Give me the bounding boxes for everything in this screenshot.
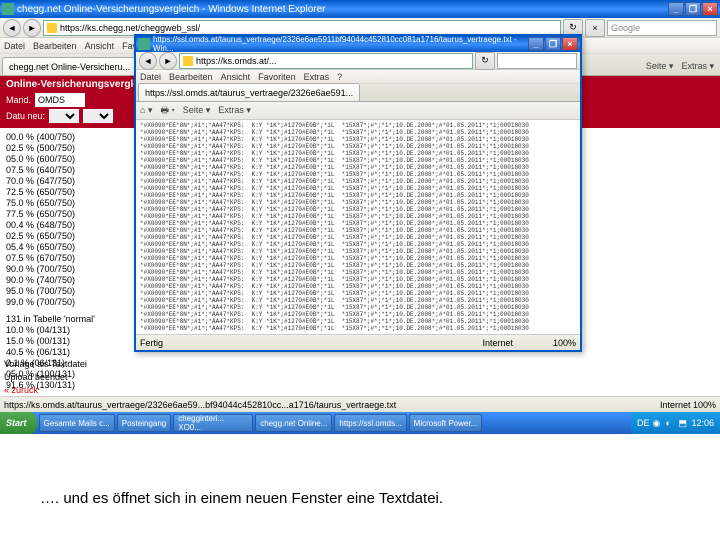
label-date: Datu neu: bbox=[6, 111, 45, 121]
template-text: Vorlage als Textdatei bbox=[4, 358, 87, 371]
taskbar-button[interactable]: Microsoft Power... bbox=[409, 414, 483, 432]
popup-tool-extras[interactable]: Extras ▾ bbox=[218, 105, 251, 116]
slide-caption: …. und es öffnet sich in einem neuen Fen… bbox=[40, 490, 443, 507]
percent-row: 10.0 % (04/131) bbox=[6, 325, 94, 336]
percent-row: 131 in Tabelle 'normal' bbox=[6, 314, 94, 325]
percent-row: 99.0 % (700/750) bbox=[6, 297, 94, 308]
label-mand: Mand. bbox=[6, 95, 31, 105]
minimize-button[interactable]: _ bbox=[668, 2, 684, 16]
outer-statusbar: https://ks.omds.at/taurus_vertraege/2326… bbox=[0, 396, 720, 412]
popup-menu-fav[interactable]: Favoriten bbox=[258, 72, 296, 82]
popup-addressbar: ◄ ► https://ks.omds.at/... ↻ bbox=[136, 52, 580, 70]
taskbar-button[interactable]: chegg.net Online... bbox=[255, 414, 332, 432]
popup-menu-extras[interactable]: Extras bbox=[304, 72, 330, 82]
stop-button[interactable]: × bbox=[585, 19, 605, 37]
popup-titlebar: https://ssl.omds.at/taurus_vertraege/232… bbox=[136, 36, 580, 52]
percent-row: 07.5 % (640/750) bbox=[6, 165, 94, 176]
popup-menu-file[interactable]: Datei bbox=[140, 72, 161, 82]
bottom-info: Vorlage als Textdatei Upload beendet « z… bbox=[4, 358, 87, 397]
popup-title: https://ssl.omds.at/taurus_vertraege/232… bbox=[153, 35, 528, 53]
popup-window: https://ssl.omds.at/taurus_vertraege/232… bbox=[134, 34, 582, 352]
popup-toolbar: ⌂ ▾ 🖶 ▾ Seite ▾ Extras ▾ bbox=[136, 102, 580, 120]
input-mand[interactable] bbox=[35, 93, 85, 107]
percent-row: 40.5 % (06/131) bbox=[6, 347, 94, 358]
popup-status-zoom: 100% bbox=[553, 338, 576, 348]
percent-row: 70.0 % (647/750) bbox=[6, 176, 94, 187]
tray-icon[interactable]: ◐ bbox=[665, 418, 675, 428]
percent-row: 05.4 % (650/750) bbox=[6, 242, 94, 253]
popup-close-button[interactable]: × bbox=[562, 37, 578, 51]
forward-button[interactable]: ► bbox=[23, 19, 41, 37]
percent-row: 05.0 % (600/750) bbox=[6, 154, 94, 165]
percent-row: 90.0 % (700/750) bbox=[6, 264, 94, 275]
tray-clock: 12:06 bbox=[691, 418, 714, 428]
popup-status-left: Fertig bbox=[140, 338, 163, 348]
tray-icon[interactable]: ◉ bbox=[652, 418, 662, 428]
percent-row: 15.0 % (00/131) bbox=[6, 336, 94, 347]
popup-menu-edit[interactable]: Bearbeiten bbox=[169, 72, 213, 82]
popup-back-button[interactable]: ◄ bbox=[139, 52, 157, 70]
popup-app-icon bbox=[138, 38, 150, 50]
popup-statusbar: Fertig Internet 100% bbox=[136, 334, 580, 350]
upload-status: Upload beendet bbox=[4, 371, 87, 384]
maximize-button[interactable]: ❐ bbox=[685, 2, 701, 16]
popup-tab[interactable]: https://ssl.omds.at/taurus_vertraege/232… bbox=[138, 83, 360, 101]
search-field[interactable]: Google bbox=[607, 20, 717, 36]
tool-page[interactable]: Seite ▾ bbox=[646, 61, 674, 72]
popup-maximize-button[interactable]: ❐ bbox=[545, 37, 561, 51]
popup-menu-help[interactable]: ? bbox=[337, 72, 342, 82]
percent-row: 95.0 % (700/750) bbox=[6, 286, 94, 297]
lock-icon bbox=[47, 23, 57, 33]
popup-tabbar: https://ssl.omds.at/taurus_vertraege/232… bbox=[136, 84, 580, 102]
percent-row: 07.5 % (670/750) bbox=[6, 253, 94, 264]
tool-home-icon[interactable]: ⌂ ▾ bbox=[140, 105, 152, 116]
popup-minimize-button[interactable]: _ bbox=[528, 37, 544, 51]
percent-row: 75.0 % (650/750) bbox=[6, 198, 94, 209]
lock-icon bbox=[183, 56, 193, 66]
select-a[interactable] bbox=[49, 109, 79, 123]
tray-lang[interactable]: DE bbox=[637, 418, 650, 428]
tool-extras[interactable]: Extras ▾ bbox=[681, 61, 714, 72]
status-url: https://ks.omds.at/taurus_vertraege/2326… bbox=[4, 400, 396, 410]
tray-icon[interactable]: ⬒ bbox=[678, 418, 688, 428]
select-b[interactable] bbox=[83, 109, 113, 123]
percent-row: 77.5 % (650/750) bbox=[6, 209, 94, 220]
left-column: 00.0 % (400/750)02.5 % (500/750)05.0 % (… bbox=[0, 128, 100, 395]
percent-row: 00.4 % (648/750) bbox=[6, 220, 94, 231]
taskbar-button[interactable]: chegginteri... XO0... bbox=[173, 414, 253, 432]
popup-forward-button[interactable]: ► bbox=[159, 52, 177, 70]
percent-row: 02.5 % (500/750) bbox=[6, 143, 94, 154]
app-icon bbox=[2, 3, 14, 15]
outer-titlebar: chegg.net Online-Versicherungsvergleich … bbox=[0, 0, 720, 18]
taskbar-button[interactable]: https://ssl.omds... bbox=[334, 414, 406, 432]
text-file-content: *#X0090*EE*8N*;#1*;*AA47*KPS: K:Y *1K*;#… bbox=[136, 120, 580, 334]
windows-taskbar: Start Gesamte Mails c...Posteingangchegg… bbox=[0, 412, 720, 434]
percent-row: 02.5 % (650/750) bbox=[6, 231, 94, 242]
status-zone: Internet 100% bbox=[660, 400, 716, 410]
popup-refresh-button[interactable]: ↻ bbox=[475, 52, 495, 70]
popup-menubar: Datei Bearbeiten Ansicht Favoriten Extra… bbox=[136, 70, 580, 84]
popup-search-field[interactable] bbox=[497, 53, 577, 69]
tool-print-icon[interactable]: 🖶 ▾ bbox=[160, 103, 174, 119]
percent-row: 00.0 % (400/750) bbox=[6, 132, 94, 143]
percent-row: 90.0 % (740/750) bbox=[6, 275, 94, 286]
close-button[interactable]: × bbox=[702, 2, 718, 16]
taskbar-button[interactable]: Gesamte Mails c... bbox=[39, 414, 115, 432]
taskbar-button[interactable]: Posteingang bbox=[117, 414, 171, 432]
back-button[interactable]: ◄ bbox=[3, 19, 21, 37]
menu-file[interactable]: Datei bbox=[4, 41, 25, 51]
browser-tab[interactable]: chegg.net Online-Versicheru...× bbox=[2, 57, 146, 75]
window-title: chegg.net Online-Versicherungsvergleich … bbox=[17, 4, 668, 15]
popup-status-zone: Internet bbox=[482, 338, 513, 348]
system-tray[interactable]: DE ◉ ◐ ⬒ 12:06 bbox=[631, 412, 720, 434]
start-button[interactable]: Start bbox=[0, 412, 37, 434]
menu-view[interactable]: Ansicht bbox=[85, 41, 115, 51]
popup-tool-page[interactable]: Seite ▾ bbox=[183, 105, 211, 116]
menu-edit[interactable]: Bearbeiten bbox=[33, 41, 77, 51]
popup-url-field[interactable]: https://ks.omds.at/... bbox=[179, 53, 473, 69]
popup-menu-view[interactable]: Ansicht bbox=[221, 72, 251, 82]
percent-row: 72.5 % (650/750) bbox=[6, 187, 94, 198]
